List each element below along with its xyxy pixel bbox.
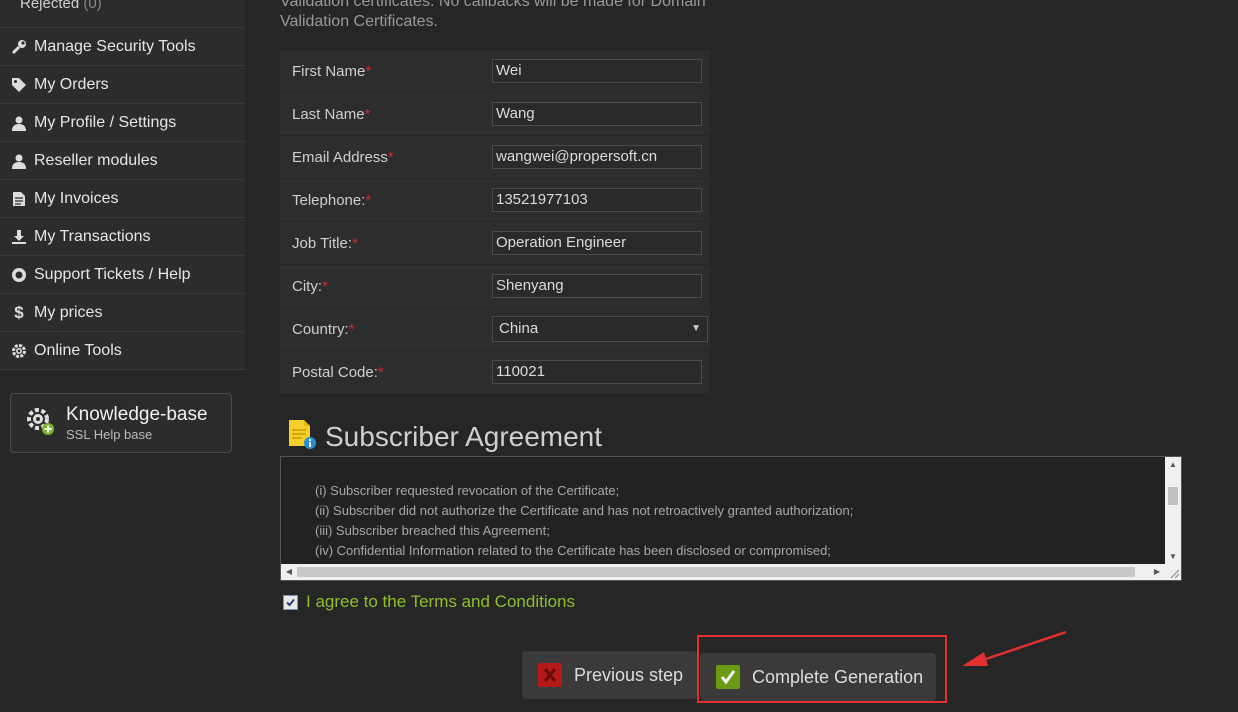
sidebar-item-label: My prices <box>34 303 103 321</box>
agreement-textarea[interactable]: (i) Subscriber requested revocation of t… <box>280 456 1182 581</box>
vertical-scrollbar[interactable]: ▲ ▼ <box>1165 457 1181 565</box>
rejected-count: (0) <box>83 0 102 12</box>
sidebar-item-label: Manage Security Tools <box>34 37 196 55</box>
country-value: China <box>499 320 539 337</box>
scroll-left-icon[interactable]: ◀ <box>281 564 297 580</box>
form-row-country: Country:* China ▼ <box>280 308 710 351</box>
scroll-up-icon[interactable]: ▲ <box>1165 457 1181 473</box>
agreement-title: Subscriber Agreement <box>325 420 603 452</box>
intro-line-2: Validation Certificates. <box>280 13 438 30</box>
job-title-input[interactable]: Operation Engineer <box>492 231 702 255</box>
form-row-city: City:* Shenyang <box>280 265 710 308</box>
sidebar-item-label: Online Tools <box>34 341 122 359</box>
sidebar-item-my-orders[interactable]: My Orders <box>0 66 245 104</box>
sidebar-item-my-profile[interactable]: My Profile / Settings <box>0 104 245 142</box>
required-mark: * <box>377 363 384 381</box>
document-icon <box>10 190 28 208</box>
tag-icon <box>10 76 28 94</box>
sidebar-item-label: My Orders <box>34 75 109 93</box>
postal-code-label: Postal Code: <box>292 363 378 381</box>
sidebar-subitem-rejected[interactable]: Rejected (0) <box>0 0 245 28</box>
email-input[interactable]: wangwei@propersoft.cn <box>492 145 702 169</box>
sidebar-item-reseller-modules[interactable]: Reseller modules <box>0 142 245 180</box>
resize-handle[interactable] <box>1165 564 1181 580</box>
knowledge-base-button[interactable]: Knowledge-base SSL Help base <box>10 393 232 453</box>
agreement-line: (iv) Confidential Information related to… <box>315 543 831 558</box>
previous-step-label: Previous step <box>574 664 684 685</box>
required-mark: * <box>322 277 328 295</box>
telephone-label: Telephone: <box>292 191 366 209</box>
sidebar: Rejected (0) Manage Security Tools My Or… <box>0 0 245 370</box>
sidebar-item-support-tickets[interactable]: Support Tickets / Help <box>0 256 245 294</box>
agree-terms-row: I agree to the Terms and Conditions <box>283 592 575 612</box>
agreement-line: (i) Subscriber requested revocation of t… <box>315 483 620 498</box>
city-label: City: <box>292 277 322 295</box>
agreement-heading: Subscriber Agreement <box>287 418 602 455</box>
annotation-arrow-icon <box>960 628 1070 678</box>
required-mark: * <box>387 148 394 166</box>
form-row-email: Email Address* wangwei@propersoft.cn <box>280 136 710 179</box>
rejected-label: Rejected <box>20 0 80 12</box>
required-mark: * <box>352 234 358 252</box>
form-row-postal-code: Postal Code:* 110021 <box>280 351 710 394</box>
intro-line-1: Validation certificates. No callbacks wi… <box>280 0 706 10</box>
agreement-text: (i) Subscriber requested revocation of t… <box>315 481 853 561</box>
sidebar-item-online-tools[interactable]: Online Tools <box>0 332 245 370</box>
gear-icon <box>10 342 28 360</box>
sidebar-item-my-transactions[interactable]: My Transactions <box>0 218 245 256</box>
intro-text: Validation certificates. No callbacks wi… <box>280 0 720 32</box>
country-select[interactable]: China ▼ <box>492 316 708 342</box>
sidebar-item-my-prices[interactable]: $ My prices <box>0 294 245 332</box>
country-label: Country: <box>292 320 349 338</box>
postal-code-input[interactable]: 110021 <box>492 360 702 384</box>
sidebar-item-label: My Invoices <box>34 189 119 207</box>
telephone-input[interactable]: 13521977103 <box>492 188 702 212</box>
form-row-telephone: Telephone:* 13521977103 <box>280 179 710 222</box>
horizontal-scrollbar[interactable]: ◀ ▶ <box>281 564 1165 580</box>
scroll-down-icon[interactable]: ▼ <box>1165 549 1181 565</box>
job-title-label: Job Title: <box>292 234 353 252</box>
form-row-first-name: First Name* Wei <box>280 50 710 93</box>
knowledge-base-subtitle: SSL Help base <box>66 427 153 442</box>
sidebar-item-manage-security-tools[interactable]: Manage Security Tools <box>0 28 245 66</box>
contact-form: First Name* Wei Last Name* Wang Email Ad… <box>280 50 710 394</box>
sidebar-item-my-invoices[interactable]: My Invoices <box>0 180 245 218</box>
first-name-input[interactable]: Wei <box>492 59 702 83</box>
download-icon <box>10 228 28 246</box>
scroll-thumb[interactable] <box>297 567 1135 577</box>
chevron-down-icon: ▼ <box>691 323 701 334</box>
agreement-line: (ii) Subscriber did not authorize the Ce… <box>315 503 854 518</box>
last-name-label: Last Name <box>292 105 365 123</box>
last-name-input[interactable]: Wang <box>492 102 702 126</box>
email-label: Email Address <box>292 148 388 166</box>
user-icon <box>10 152 28 170</box>
form-row-job-title: Job Title:* Operation Engineer <box>280 222 710 265</box>
sidebar-item-label: My Transactions <box>34 227 151 245</box>
required-mark: * <box>348 320 355 338</box>
wrench-icon <box>10 38 28 56</box>
sidebar-item-label: Support Tickets / Help <box>34 265 191 283</box>
required-mark: * <box>365 191 372 209</box>
required-mark: * <box>365 62 372 80</box>
agree-checkbox[interactable] <box>283 594 298 610</box>
scroll-right-icon[interactable]: ▶ <box>1149 564 1165 580</box>
agreement-line: (iii) Subscriber breached this Agreement… <box>315 523 550 538</box>
close-icon <box>538 663 562 687</box>
agree-terms-label[interactable]: I agree to the Terms and Conditions <box>306 592 575 612</box>
document-info-icon <box>287 418 317 455</box>
gear-plus-icon <box>25 406 57 443</box>
annotation-highlight-box <box>697 635 947 703</box>
form-row-last-name: Last Name* Wang <box>280 93 710 136</box>
sidebar-item-label: My Profile / Settings <box>34 113 177 131</box>
previous-step-button[interactable]: Previous step <box>522 651 697 699</box>
city-input[interactable]: Shenyang <box>492 274 702 298</box>
required-mark: * <box>364 105 371 123</box>
scroll-thumb[interactable] <box>1168 487 1178 505</box>
sidebar-item-label: Reseller modules <box>34 151 158 169</box>
knowledge-base-title: Knowledge-base <box>66 404 208 425</box>
lifebuoy-icon <box>10 266 28 284</box>
dollar-icon: $ <box>14 302 24 322</box>
first-name-label: First Name <box>292 62 366 80</box>
user-icon <box>10 114 28 132</box>
